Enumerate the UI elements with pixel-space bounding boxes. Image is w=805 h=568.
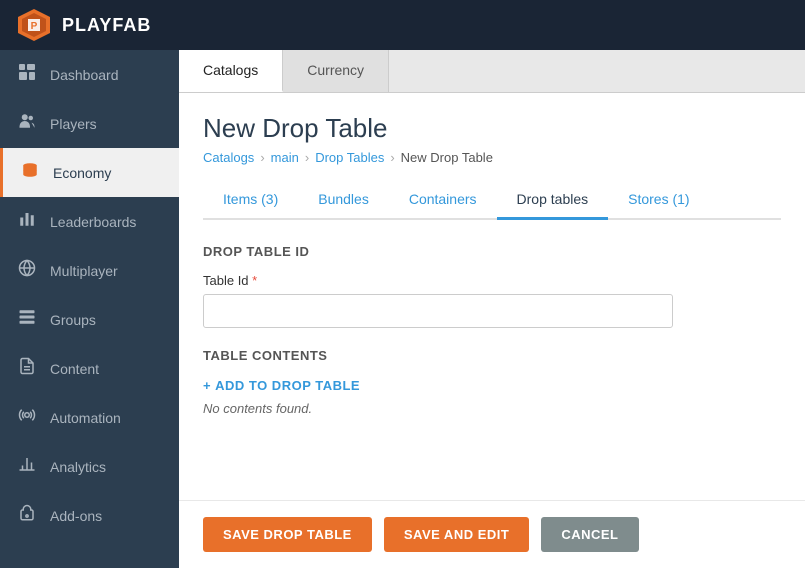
sidebar-label-dashboard: Dashboard — [50, 67, 119, 83]
players-icon — [16, 112, 38, 135]
breadcrumb-main[interactable]: main — [271, 150, 299, 165]
page-title: New Drop Table — [203, 113, 781, 144]
leaderboards-icon — [16, 210, 38, 233]
groups-icon — [16, 308, 38, 331]
sidebar-item-players[interactable]: Players — [0, 99, 179, 148]
analytics-icon — [16, 455, 38, 478]
page-content-area: New Drop Table Catalogs › main › Drop Ta… — [179, 93, 805, 500]
footer-buttons: SAVE DROP TABLE SAVE AND EDIT CANCEL — [179, 500, 805, 568]
automation-icon — [16, 406, 38, 429]
economy-icon — [19, 161, 41, 184]
content-area: Catalogs Currency New Drop Table Catalog… — [179, 50, 805, 568]
sub-tab-stores[interactable]: Stores (1) — [608, 181, 709, 220]
sidebar-item-add-ons[interactable]: Add-ons — [0, 491, 179, 540]
sidebar-label-leaderboards: Leaderboards — [50, 214, 136, 230]
breadcrumb-catalogs[interactable]: Catalogs — [203, 150, 254, 165]
cancel-button[interactable]: CANCEL — [541, 517, 638, 552]
sidebar-item-dashboard[interactable]: Dashboard — [0, 50, 179, 99]
save-drop-table-button[interactable]: SAVE DROP TABLE — [203, 517, 372, 552]
save-and-edit-button[interactable]: SAVE AND EDIT — [384, 517, 529, 552]
sidebar-label-multiplayer: Multiplayer — [50, 263, 118, 279]
sidebar-label-analytics: Analytics — [50, 459, 106, 475]
sidebar-label-players: Players — [50, 116, 97, 132]
content-icon — [16, 357, 38, 380]
sidebar-item-multiplayer[interactable]: Multiplayer — [0, 246, 179, 295]
tab-catalogs[interactable]: Catalogs — [179, 50, 283, 92]
sidebar-label-automation: Automation — [50, 410, 121, 426]
playfab-logo-icon: P — [16, 7, 52, 43]
sub-tab-containers[interactable]: Containers — [389, 181, 497, 220]
sidebar-item-automation[interactable]: Automation — [0, 393, 179, 442]
sidebar: Dashboard Players Economy Leaderboards M… — [0, 50, 179, 568]
breadcrumb-sep-2: › — [305, 150, 309, 165]
sub-tab-bar: Items (3) Bundles Containers Drop tables… — [203, 181, 781, 220]
top-nav: P PLAYFAB — [0, 0, 805, 50]
table-id-field-label: Table Id * — [203, 273, 781, 288]
required-indicator: * — [252, 273, 257, 288]
sidebar-label-economy: Economy — [53, 165, 111, 181]
sidebar-item-leaderboards[interactable]: Leaderboards — [0, 197, 179, 246]
sidebar-item-content[interactable]: Content — [0, 344, 179, 393]
sidebar-label-groups: Groups — [50, 312, 96, 328]
sub-tab-items[interactable]: Items (3) — [203, 181, 298, 220]
drop-table-id-label: DROP TABLE ID — [203, 244, 781, 259]
sidebar-label-addons: Add-ons — [50, 508, 102, 524]
breadcrumb: Catalogs › main › Drop Tables › New Drop… — [203, 150, 781, 165]
app-name: PLAYFAB — [62, 15, 151, 36]
top-tab-bar: Catalogs Currency — [179, 50, 805, 93]
table-contents-label: TABLE CONTENTS — [203, 348, 781, 363]
tab-currency[interactable]: Currency — [283, 50, 389, 92]
sidebar-item-economy[interactable]: Economy — [0, 148, 179, 197]
breadcrumb-drop-tables[interactable]: Drop Tables — [315, 150, 384, 165]
no-contents-text: No contents found. — [203, 401, 781, 416]
breadcrumb-sep-1: › — [260, 150, 264, 165]
breadcrumb-sep-3: › — [390, 150, 394, 165]
sub-tab-bundles[interactable]: Bundles — [298, 181, 389, 220]
sidebar-label-content: Content — [50, 361, 99, 377]
addons-icon — [16, 504, 38, 527]
svg-text:P: P — [31, 21, 38, 32]
sidebar-item-groups[interactable]: Groups — [0, 295, 179, 344]
add-to-drop-table-button[interactable]: + ADD TO DROP TABLE — [203, 378, 360, 393]
drop-table-id-section: DROP TABLE ID Table Id * — [203, 244, 781, 328]
plus-icon: + — [203, 378, 211, 393]
table-contents-section: TABLE CONTENTS + ADD TO DROP TABLE No co… — [203, 348, 781, 416]
breadcrumb-current: New Drop Table — [401, 150, 493, 165]
main-layout: Dashboard Players Economy Leaderboards M… — [0, 50, 805, 568]
multiplayer-icon — [16, 259, 38, 282]
sub-tab-drop-tables[interactable]: Drop tables — [497, 181, 609, 220]
dashboard-icon — [16, 63, 38, 86]
sidebar-item-analytics[interactable]: Analytics — [0, 442, 179, 491]
logo-area: P PLAYFAB — [16, 7, 151, 43]
table-id-input[interactable] — [203, 294, 673, 328]
